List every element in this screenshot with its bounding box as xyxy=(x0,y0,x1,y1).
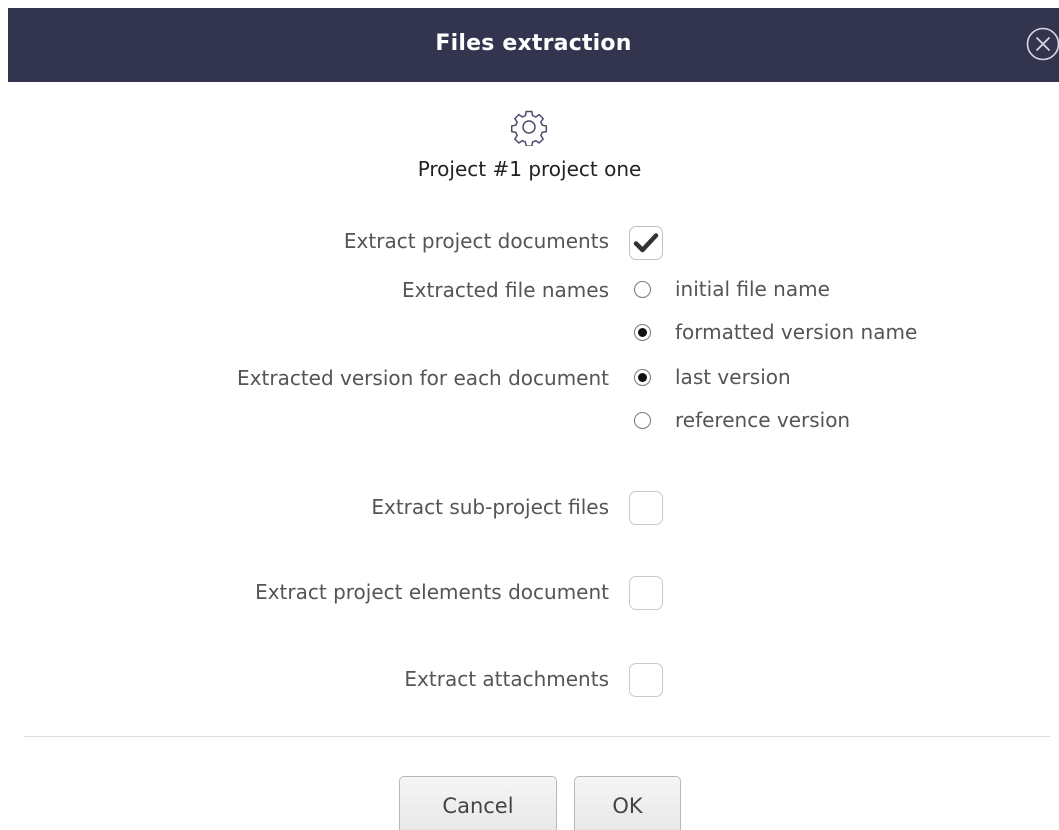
cancel-button[interactable]: Cancel xyxy=(399,776,557,830)
extracted-file-names-label: Extracted file names xyxy=(402,278,609,302)
radio-label: initial file name xyxy=(675,277,830,301)
extract-subproject-files-checkbox[interactable] xyxy=(629,491,663,525)
extract-attachments-label: Extract attachments xyxy=(404,667,609,691)
radio-button[interactable] xyxy=(634,280,651,298)
radio-button[interactable] xyxy=(634,323,651,341)
extract-project-documents-label: Extract project documents xyxy=(343,229,609,253)
extract-subproject-files-label: Extract sub-project files xyxy=(371,495,609,519)
radio-button[interactable] xyxy=(634,368,651,386)
dialog-title: Files extraction xyxy=(435,31,632,56)
radio-label: formatted version name xyxy=(675,320,918,344)
extract-attachments-checkbox[interactable] xyxy=(629,663,663,697)
dialog-titlebar: Files extraction xyxy=(8,8,1059,82)
radio-initial-file-name[interactable]: initial file name xyxy=(634,275,830,303)
checkmark-icon xyxy=(633,233,659,253)
ok-button[interactable]: OK xyxy=(574,776,681,830)
extract-project-elements-document-label: Extract project elements document xyxy=(255,580,609,604)
project-name: Project #1 project one xyxy=(417,157,642,181)
radio-button[interactable] xyxy=(634,411,651,429)
radio-formatted-version-name[interactable]: formatted version name xyxy=(634,318,917,346)
radio-last-version[interactable]: last version xyxy=(634,363,791,391)
radio-label: last version xyxy=(675,365,791,389)
gear-icon xyxy=(510,108,548,147)
extracted-version-label: Extracted version for each document xyxy=(237,366,609,390)
footer-divider xyxy=(24,736,1050,737)
radio-label: reference version xyxy=(675,408,851,432)
radio-reference-version[interactable]: reference version xyxy=(634,406,850,434)
extract-project-documents-checkbox[interactable] xyxy=(629,226,663,260)
extract-project-elements-document-checkbox[interactable] xyxy=(629,576,663,610)
close-icon[interactable] xyxy=(1025,26,1059,62)
